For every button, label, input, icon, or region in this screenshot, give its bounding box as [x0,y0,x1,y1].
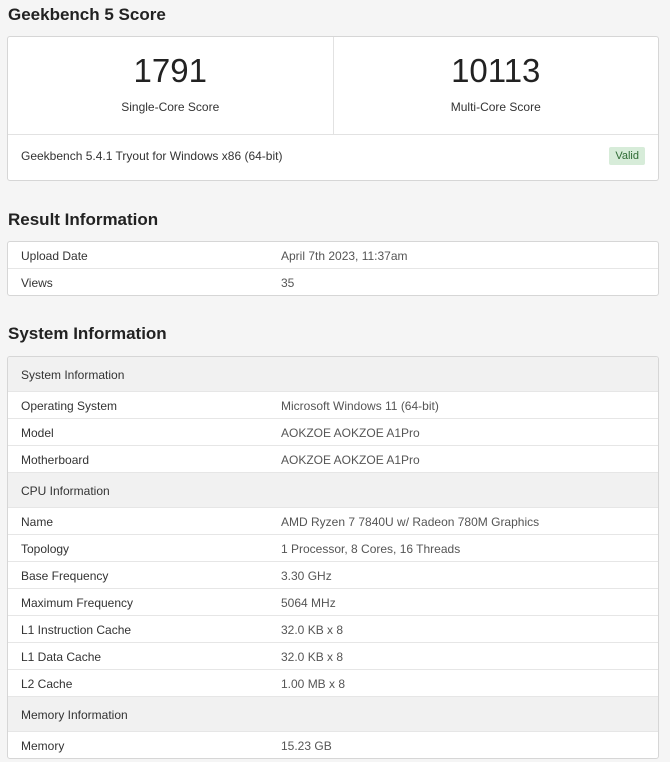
row-value: 32.0 KB x 8 [281,650,344,664]
result-info-heading: Result Information [8,210,159,229]
status-badge: Valid [609,147,645,165]
table-row: Operating System Microsoft Windows 11 (64… [8,391,658,418]
row-key: Topology [21,542,70,556]
row-key: Upload Date [21,249,88,263]
section-header-system: System Information [8,357,658,391]
row-key: Base Frequency [21,569,109,583]
row-value: 1.00 MB x 8 [281,677,346,691]
single-core-score: 1791 Single-Core Score [8,37,333,134]
table-row: L2 Cache 1.00 MB x 8 [8,669,658,696]
row-key: L1 Instruction Cache [21,623,132,637]
section-header-cpu: CPU Information [8,472,658,507]
single-core-value: 1791 [133,52,207,89]
score-footer: Geekbench 5.4.1 Tryout for Windows x86 (… [8,135,658,180]
benchmark-version: Geekbench 5.4.1 Tryout for Windows x86 (… [21,149,283,163]
row-value: 35 [281,276,295,290]
table-row: Motherboard AOKZOE AOKZOE A1Pro [8,445,658,472]
row-key: L1 Data Cache [21,650,102,664]
score-card: 1791 Single-Core Score 10113 Multi-Core … [7,36,659,181]
table-row: Upload Date April 7th 2023, 11:37am [8,242,658,268]
row-key: Views [21,276,53,290]
table-row: L1 Instruction Cache 32.0 KB x 8 [8,615,658,642]
table-row: Base Frequency 3.30 GHz [8,561,658,588]
table-row: Views 35 [8,268,658,295]
row-key: Name [21,515,54,529]
row-key: Motherboard [21,453,90,467]
row-value: AMD Ryzen 7 7840U w/ Radeon 780M Graphic… [281,515,540,529]
row-value: 1 Processor, 8 Cores, 16 Threads [281,542,461,556]
row-key: Model [21,426,54,440]
table-row: L1 Data Cache 32.0 KB x 8 [8,642,658,669]
multi-core-score: 10113 Multi-Core Score [332,37,659,134]
score-heading: Geekbench 5 Score [8,5,166,24]
table-row: Memory 15.23 GB [8,731,658,758]
row-value: 32.0 KB x 8 [281,623,344,637]
row-value: AOKZOE AOKZOE A1Pro [281,453,420,467]
row-value: 15.23 GB [281,739,332,753]
table-row: Name AMD Ryzen 7 7840U w/ Radeon 780M Gra… [8,507,658,534]
row-key: L2 Cache [21,677,73,691]
row-key: Memory [21,739,65,753]
row-value: AOKZOE AOKZOE A1Pro [281,426,420,440]
row-key: Maximum Frequency [21,596,134,610]
result-info-table: Upload Date April 7th 2023, 11:37am View… [7,241,659,296]
row-value: 3.30 GHz [281,569,332,583]
table-row: Model AOKZOE AOKZOE A1Pro [8,418,658,445]
scores-row: 1791 Single-Core Score 10113 Multi-Core … [8,37,658,135]
section-title: System Information [21,368,125,382]
single-core-label: Single-Core Score [121,100,220,114]
section-title: Memory Information [21,708,128,722]
row-value: April 7th 2023, 11:37am [281,249,408,263]
table-row: Topology 1 Processor, 8 Cores, 16 Threads [8,534,658,561]
row-key: Operating System [21,399,118,413]
table-row: Maximum Frequency 5064 MHz [8,588,658,615]
multi-core-value: 10113 [451,52,541,89]
row-value: 5064 MHz [281,596,336,610]
section-header-memory: Memory Information [8,696,658,731]
system-info-table: System Information Operating System Micro… [7,356,659,759]
system-info-heading: System Information [8,324,167,343]
multi-core-label: Multi-Core Score [450,100,541,114]
section-title: CPU Information [21,484,110,498]
row-value: Microsoft Windows 11 (64-bit) [281,399,439,413]
